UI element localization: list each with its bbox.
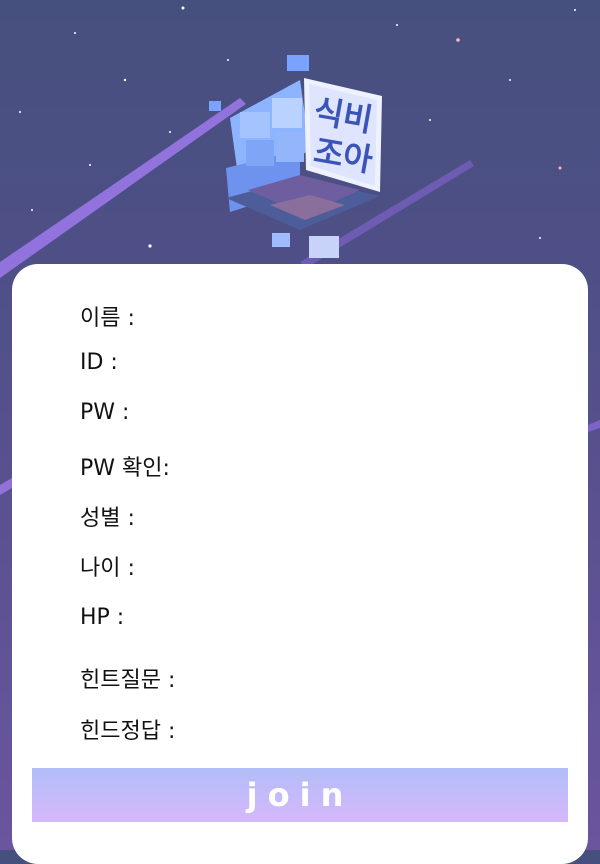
phone-label: HP : <box>80 605 125 630</box>
logo-text: 식비 조아 <box>311 92 376 180</box>
name-label: 이름 : <box>80 306 135 331</box>
join-button[interactable]: join <box>32 768 568 822</box>
hint-answer-label: 힌드정답 : <box>80 719 176 744</box>
gender-label: 성별 : <box>80 506 135 531</box>
pw-label: PW : <box>80 400 130 425</box>
id-label: ID : <box>80 350 118 375</box>
hint-question-label: 힌트질문 : <box>80 668 176 693</box>
pw-confirm-label: PW 확인: <box>80 456 170 481</box>
age-label: 나이 : <box>80 556 135 581</box>
